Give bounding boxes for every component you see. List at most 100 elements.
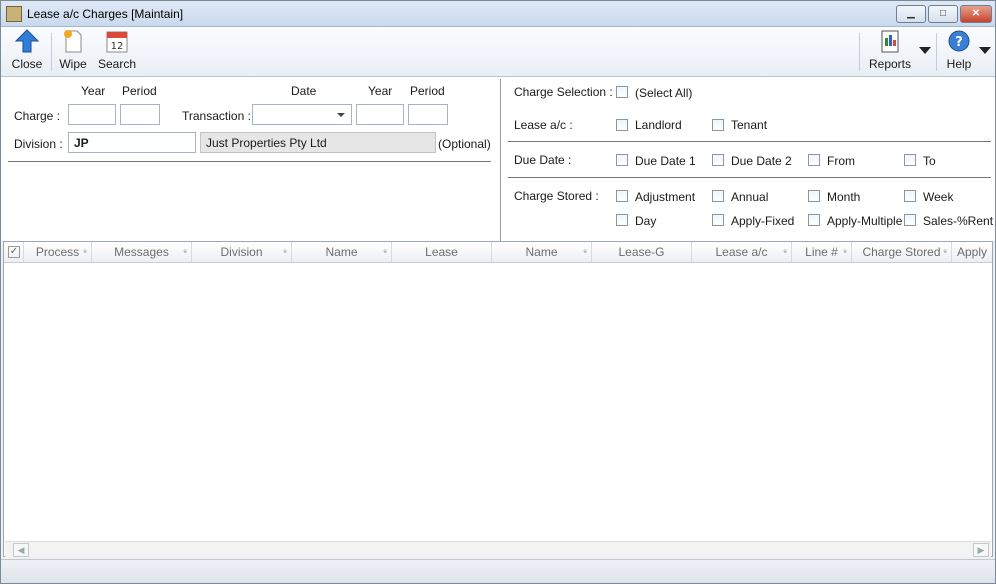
- division-label: Division :: [14, 137, 63, 151]
- divider: [508, 177, 991, 178]
- pin-icon: ⁹: [183, 247, 187, 257]
- charge-year-input[interactable]: [68, 104, 116, 125]
- charge-selection-label: Charge Selection :: [514, 85, 613, 99]
- pin-icon: ⁹: [843, 247, 847, 257]
- select-all-rows-checkbox[interactable]: ✓: [4, 242, 24, 262]
- help-label: Help: [946, 57, 972, 71]
- year-header-2: Year: [368, 84, 393, 98]
- day-checkbox[interactable]: [616, 214, 628, 226]
- year-header: Year: [81, 84, 106, 98]
- pin-icon: ⁹: [83, 247, 87, 257]
- grid-header: ✓ Process ⁹ Messages ⁹ Division ⁹ Name ⁹ Lea…: [4, 242, 992, 263]
- column-header-name[interactable]: Name ⁹: [292, 242, 392, 262]
- column-header-charge-stored[interactable]: Charge Stored ⁹: [852, 242, 952, 262]
- scroll-right-icon[interactable]: ▶: [973, 543, 989, 557]
- panel-divider: [500, 79, 501, 241]
- from-label: From: [827, 154, 855, 168]
- select-all-checkbox[interactable]: [616, 86, 628, 98]
- apply-multiple-checkbox[interactable]: [808, 214, 820, 226]
- search-label: Search: [97, 57, 137, 71]
- apply-multiple-label: Apply-Multiple: [827, 214, 903, 228]
- reports-button[interactable]: Reports: [867, 29, 913, 75]
- annual-checkbox[interactable]: [712, 190, 724, 202]
- column-label: Process: [35, 245, 80, 259]
- optional-label: (Optional): [438, 137, 491, 151]
- calendar-icon: 12: [106, 31, 128, 53]
- horizontal-scrollbar[interactable]: ◀ ▶: [5, 541, 991, 557]
- column-label: Lease-G: [618, 245, 665, 259]
- tenant-checkbox[interactable]: [712, 119, 724, 131]
- toolbar-separator: [936, 33, 937, 71]
- from-checkbox[interactable]: [808, 154, 820, 166]
- help-dropdown-icon[interactable]: [979, 47, 991, 54]
- app-icon: [6, 6, 22, 22]
- main-window: Lease a/c Charges [Maintain] ▁ □ ✕ Close…: [0, 0, 996, 584]
- column-label: Apply: [956, 245, 988, 259]
- select-all-label: (Select All): [635, 86, 693, 100]
- column-label: Line #: [805, 245, 838, 259]
- column-header-lease-ac[interactable]: Lease a/c ⁹: [692, 242, 792, 262]
- new-document-icon: [64, 30, 82, 53]
- reports-dropdown-icon[interactable]: [919, 47, 931, 54]
- column-label: Division: [220, 245, 263, 259]
- due-date-2-checkbox[interactable]: [712, 154, 724, 166]
- month-checkbox[interactable]: [808, 190, 820, 202]
- scroll-left-icon[interactable]: ◀: [13, 543, 29, 557]
- period-header-2: Period: [410, 84, 445, 98]
- charges-grid[interactable]: ✓ Process ⁹ Messages ⁹ Division ⁹ Name ⁹ Lea…: [3, 241, 993, 557]
- apply-fixed-checkbox[interactable]: [712, 214, 724, 226]
- to-label: To: [923, 154, 936, 168]
- apply-fixed-label: Apply-Fixed: [731, 214, 795, 228]
- lease-ac-label: Lease a/c :: [514, 118, 573, 132]
- help-button[interactable]: ? Help: [941, 29, 977, 75]
- week-label: Week: [923, 190, 954, 204]
- tenant-label: Tenant: [731, 118, 768, 132]
- column-header-apply[interactable]: Apply: [952, 242, 992, 262]
- charge-period-input[interactable]: [120, 104, 160, 125]
- charge-stored-label: Charge Stored :: [514, 189, 599, 203]
- column-label: Lease a/c: [715, 245, 768, 259]
- period-header: Period: [122, 84, 157, 98]
- charge-label: Charge :: [14, 109, 61, 123]
- toolbar-separator: [51, 33, 52, 71]
- maximize-button[interactable]: □: [928, 5, 958, 23]
- week-checkbox[interactable]: [904, 190, 916, 202]
- close-button[interactable]: Close: [9, 29, 45, 75]
- chevron-down-icon: [337, 113, 345, 117]
- date-header: Date: [291, 84, 317, 98]
- sales-rent-checkbox[interactable]: [904, 214, 916, 226]
- svg-text:12: 12: [111, 41, 124, 52]
- landlord-checkbox[interactable]: [616, 119, 628, 131]
- column-header-line-number[interactable]: Line # ⁹: [792, 242, 852, 262]
- criteria-panel: Year Period Date Year Period Charge : Tr…: [1, 77, 995, 241]
- pin-icon: ⁹: [283, 247, 287, 257]
- search-button[interactable]: 12 Search: [97, 29, 137, 75]
- column-header-process[interactable]: Process ⁹: [24, 242, 92, 262]
- column-header-lease[interactable]: Lease: [392, 242, 492, 262]
- wipe-button[interactable]: Wipe: [55, 29, 91, 75]
- help-icon: ?: [948, 30, 970, 52]
- title-bar: Lease a/c Charges [Maintain] ▁ □ ✕: [1, 1, 995, 27]
- transaction-date-select[interactable]: [252, 104, 352, 125]
- to-checkbox[interactable]: [904, 154, 916, 166]
- pin-icon: ⁹: [943, 247, 947, 257]
- column-header-division[interactable]: Division ⁹: [192, 242, 292, 262]
- column-header-lease-name[interactable]: Name ⁹: [492, 242, 592, 262]
- column-header-messages[interactable]: Messages ⁹: [92, 242, 192, 262]
- report-chart-icon: [881, 30, 899, 53]
- due-date-1-checkbox[interactable]: [616, 154, 628, 166]
- annual-label: Annual: [731, 190, 769, 204]
- adjustment-checkbox[interactable]: [616, 190, 628, 202]
- toolbar: Close Wipe 12 Search Reports ? Help: [1, 27, 995, 77]
- division-code-input[interactable]: JP: [68, 132, 196, 153]
- transaction-period-input[interactable]: [408, 104, 448, 125]
- close-window-button[interactable]: ✕: [960, 5, 992, 23]
- toolbar-separator: [859, 33, 860, 71]
- sales-rent-label: Sales-%Rent: [923, 214, 994, 228]
- window-title: Lease a/c Charges [Maintain]: [27, 7, 184, 21]
- minimize-button[interactable]: ▁: [896, 5, 926, 23]
- transaction-label: Transaction :: [182, 109, 251, 123]
- transaction-year-input[interactable]: [356, 104, 404, 125]
- column-header-lease-g[interactable]: Lease-G: [592, 242, 692, 262]
- division-name-field: Just Properties Pty Ltd: [200, 132, 436, 153]
